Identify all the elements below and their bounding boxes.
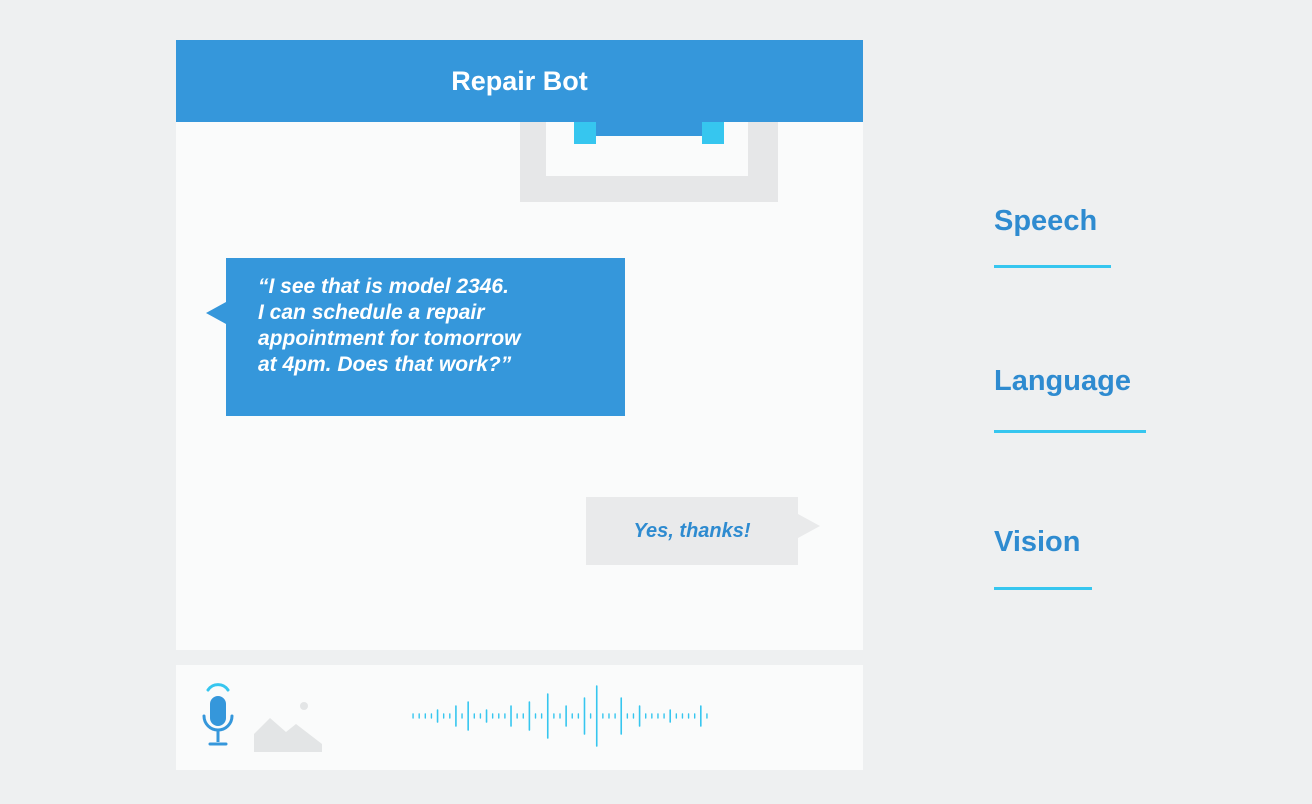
chat-header: Repair Bot: [176, 40, 863, 122]
capability-vision-underline: [994, 587, 1092, 590]
capability-speech: Speech: [994, 205, 1098, 237]
user-message-text: Yes, thanks!: [633, 519, 751, 542]
bot-message-line: appointment for tomorrow: [258, 327, 521, 350]
capability-language: Language: [994, 365, 1131, 397]
bot-message-bubble: “I see that is model 2346. I can schedul…: [226, 258, 625, 416]
shared-image-tab-left: [574, 122, 596, 144]
bot-bubble-tail: [206, 302, 226, 324]
capability-vision: Vision: [994, 526, 1081, 558]
bot-message-line: “I see that is model 2346.: [258, 275, 509, 298]
bot-message-line: at 4pm. Does that work?”: [258, 353, 512, 376]
chat-title: Repair Bot: [451, 65, 588, 96]
user-message-bubble: Yes, thanks!: [586, 497, 798, 565]
shared-image-tab-right: [702, 122, 724, 144]
capability-language-underline: [994, 430, 1146, 433]
microphone-icon[interactable]: [196, 682, 240, 752]
user-bubble-tail: [798, 514, 820, 538]
capability-speech-underline: [994, 265, 1111, 268]
image-icon[interactable]: [252, 694, 324, 752]
bot-message-line: I can schedule a repair: [258, 301, 485, 324]
audio-waveform: [412, 685, 708, 747]
